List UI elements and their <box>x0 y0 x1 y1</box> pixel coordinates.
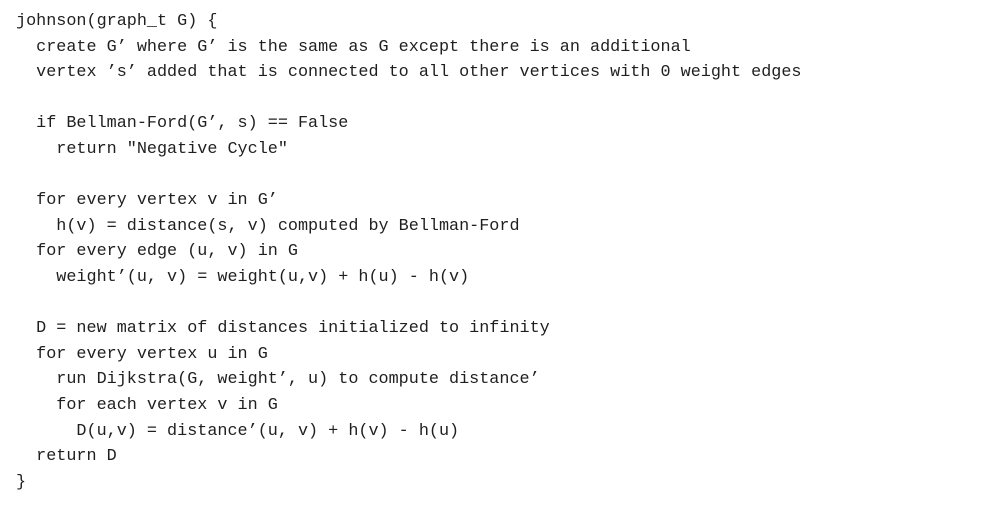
code-line: h(v) = distance(s, v) computed by Bellma… <box>16 216 520 236</box>
code-line: D = new matrix of distances initialized … <box>16 319 550 339</box>
code-line: for each vertex v in G <box>16 395 278 415</box>
code-line: create G’ where G’ is the same as G exce… <box>16 37 691 57</box>
code-line: vertex ’s’ added that is connected to al… <box>16 63 802 83</box>
code-line: return "Negative Cycle" <box>16 139 288 159</box>
code-line-function-signature: johnson(graph_t G) { <box>16 12 218 31</box>
pseudocode-block: johnson(graph_t G) { create G’ where G’ … <box>16 9 802 495</box>
code-line: for every vertex v in G’ <box>16 191 278 211</box>
code-line: D(u,v) = distance’(u, v) + h(v) - h(u) <box>16 421 460 441</box>
code-line: for every edge (u, v) in G <box>16 242 298 262</box>
code-line: run Dijkstra(G, weight’, u) to compute d… <box>16 370 540 390</box>
code-line-closing-brace: } <box>16 472 27 492</box>
code-line: return D <box>16 447 117 467</box>
code-line: if Bellman-Ford(G’, s) == False <box>16 114 349 134</box>
code-line: weight’(u, v) = weight(u,v) + h(u) - h(v… <box>16 267 470 287</box>
code-line: for every vertex u in G <box>16 344 268 364</box>
